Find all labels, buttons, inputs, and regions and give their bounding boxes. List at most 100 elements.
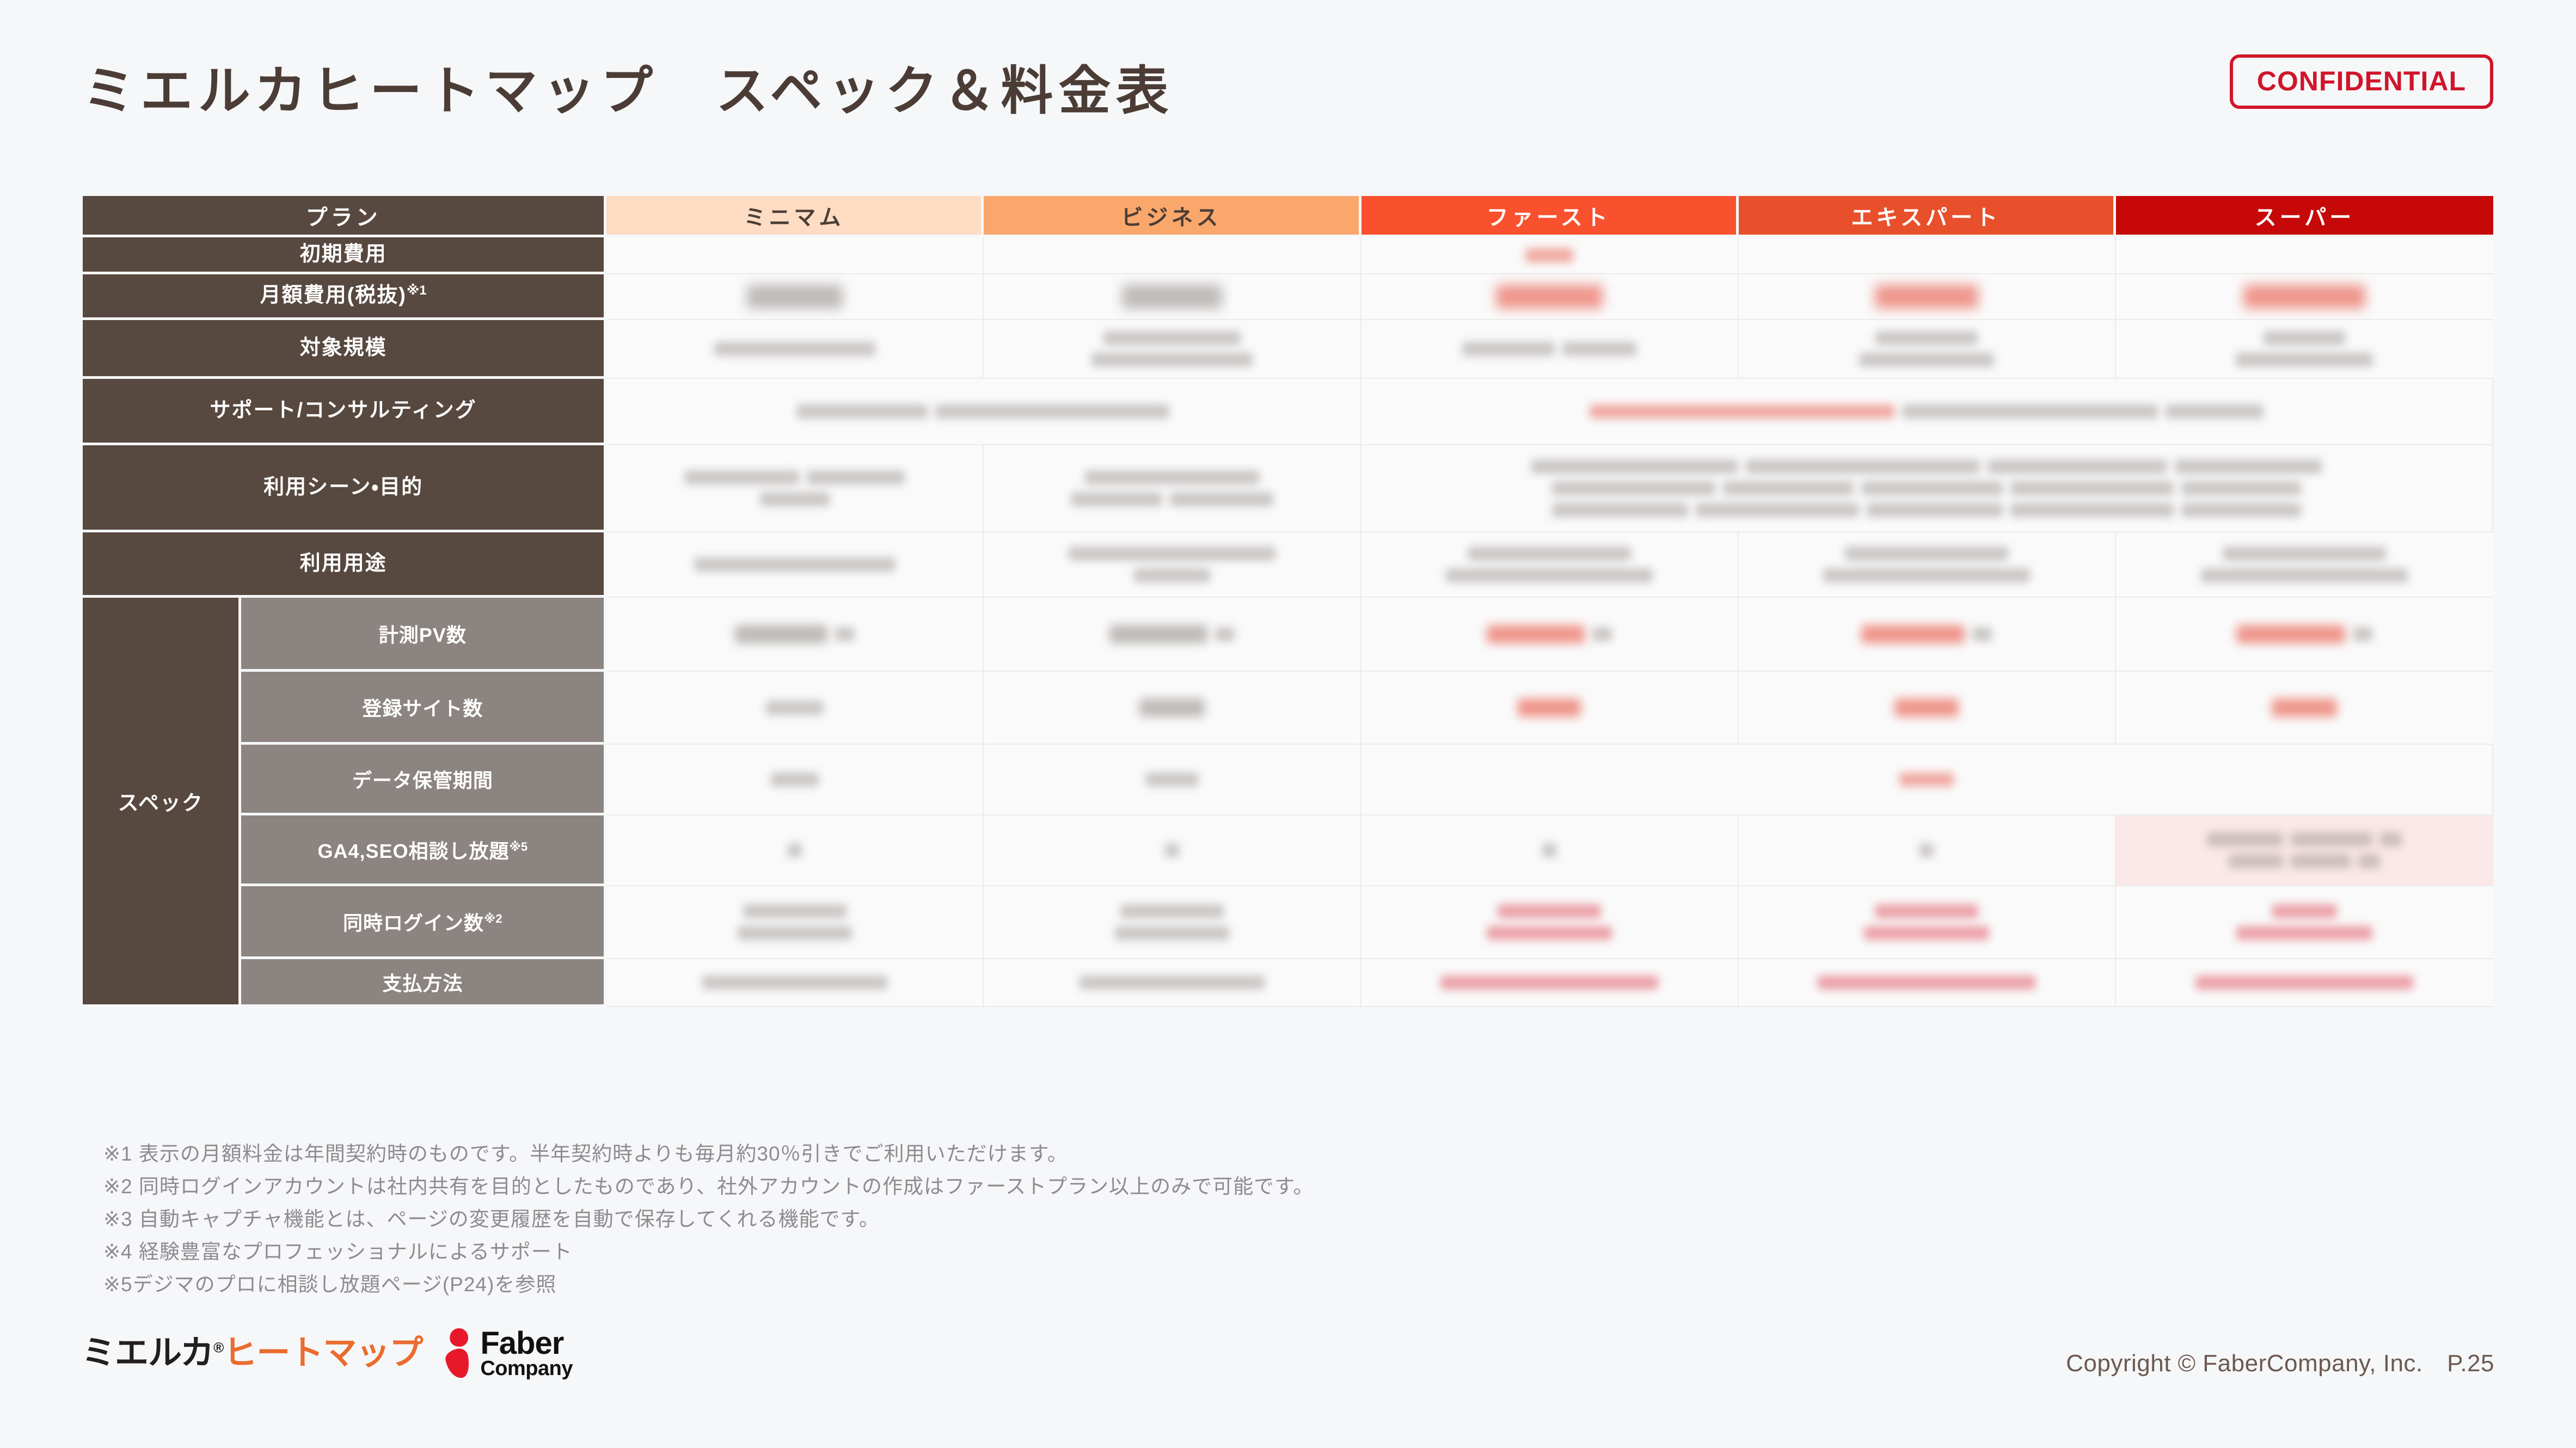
cell-site-count-first xyxy=(1361,672,1739,745)
table-row: サポート/コンサルティング xyxy=(83,379,2493,445)
cell-use-scene-business xyxy=(984,445,1361,532)
cell-use-purpose-first xyxy=(1361,532,1739,598)
spec-label-text: GA4,SEO相談し放題 xyxy=(317,839,510,862)
cell-concurrent-login-minimum xyxy=(606,886,984,959)
cell-site-count-business xyxy=(984,672,1361,745)
cell-use-purpose-business xyxy=(984,532,1361,598)
row-label-text: 初期費用 xyxy=(299,242,387,266)
cell-data-retention-first-expert-super xyxy=(1361,745,2493,815)
table-row: スペック 計測PV数 xyxy=(83,598,2493,1007)
table-row: GA4,SEO相談し放題※5 xyxy=(83,815,2493,886)
spec-label-text: 計測PV数 xyxy=(378,623,467,646)
table-row: 同時ログイン数※2 xyxy=(83,886,2493,959)
cell-monthly-cost-first xyxy=(1361,274,1739,320)
spec-label-payment-method: 支払方法 xyxy=(241,959,607,1007)
row-label-text: 対象規模 xyxy=(299,336,387,359)
cell-ga4-seo-first xyxy=(1361,815,1739,886)
header-cell-plan: プラン xyxy=(83,196,607,237)
faber-person-icon xyxy=(444,1326,472,1380)
spec-label-data-retention: データ保管期間 xyxy=(241,745,607,815)
cell-payment-method-minimum xyxy=(606,959,984,1007)
footer-logos: ミエルカ®ヒートマップ Faber Company xyxy=(82,1326,573,1380)
footnote-ref: ※1 xyxy=(406,283,427,298)
table-row: 月額費用(税抜)※1 xyxy=(83,274,2493,320)
footnotes-block: ※1 表示の月額料金は年間契約時のものです。半年契約時よりも毎月約30％引きでご… xyxy=(103,1138,2281,1301)
cell-pv-count-super xyxy=(2115,598,2493,672)
footnote-ref: ※5 xyxy=(509,839,528,854)
cell-initial-cost-minimum xyxy=(606,237,984,274)
cell-site-count-super xyxy=(2115,672,2493,745)
cell-monthly-cost-expert xyxy=(1738,274,2116,320)
footnote-5: ※5デジマのプロに相談し放題ページ(P24)を参照 xyxy=(103,1273,557,1296)
cell-use-purpose-expert xyxy=(1738,532,2116,598)
row-label-monthly-cost: 月額費用(税抜)※1 xyxy=(83,274,607,320)
cell-use-scene-first-expert-super xyxy=(1361,445,2493,532)
spec-label-ga4-seo: GA4,SEO相談し放題※5 xyxy=(241,815,607,886)
confidential-badge: CONFIDENTIAL xyxy=(2229,54,2493,109)
table-row: データ保管期間 xyxy=(83,745,2493,815)
page-title: ミエルカヒートマップ スペック＆料金表 xyxy=(83,62,1174,120)
copyright-text: Copyright © FaberCompany, Inc. P.25 xyxy=(2066,1350,2494,1377)
cell-monthly-cost-super xyxy=(2115,274,2493,320)
cell-target-scale-business xyxy=(984,320,1361,379)
cell-monthly-cost-business xyxy=(984,274,1361,320)
pricing-spec-table: プラン ミニマム ビジネス ファースト エキスパート スーパー 初期費用 月額費… xyxy=(83,196,2493,1007)
footnote-ref: ※2 xyxy=(484,911,502,925)
cell-concurrent-login-first xyxy=(1361,886,1739,959)
cell-ga4-seo-business xyxy=(984,815,1361,886)
cell-ga4-seo-minimum xyxy=(606,815,984,886)
cell-concurrent-login-super xyxy=(2115,886,2493,959)
cell-target-scale-expert xyxy=(1738,320,2116,379)
page-footer: ミエルカ®ヒートマップ Faber Company Copyright © Fa… xyxy=(0,1317,2576,1426)
cell-payment-method-super xyxy=(2115,959,2493,1007)
cell-pv-count-business xyxy=(984,598,1361,672)
row-label-target-scale: 対象規模 xyxy=(83,320,607,379)
cell-ga4-seo-expert xyxy=(1738,815,2116,886)
cell-support-minimum-business xyxy=(606,379,1361,445)
page-header: ミエルカヒートマップ スペック＆料金表 CONFIDENTIAL xyxy=(0,0,2576,163)
cell-target-scale-first xyxy=(1361,320,1739,379)
footnote-3: ※3 自動キャプチャ機能とは、ページの変更履歴を自動で保存してくれる機能です。 xyxy=(103,1207,880,1230)
cell-support-first-expert-super xyxy=(1361,379,2493,445)
faber-company-logo: Faber Company xyxy=(444,1326,573,1380)
cell-payment-method-expert xyxy=(1738,959,2116,1007)
header-cell-business: ビジネス xyxy=(984,196,1361,237)
table-row: 利用シーン・目的 xyxy=(83,445,2493,532)
cell-site-count-minimum xyxy=(606,672,984,745)
cell-data-retention-business xyxy=(984,745,1361,815)
header-cell-expert: エキスパート xyxy=(1738,196,2116,237)
cell-data-retention-minimum xyxy=(606,745,984,815)
cell-initial-cost-business xyxy=(984,237,1361,274)
header-cell-first: ファースト xyxy=(1361,196,1739,237)
row-label-text: 月額費用(税抜) xyxy=(260,284,407,308)
cell-pv-count-minimum xyxy=(606,598,984,672)
spec-label-site-count: 登録サイト数 xyxy=(241,672,607,745)
cell-use-purpose-super xyxy=(2115,532,2493,598)
spec-label-text: 登録サイト数 xyxy=(362,697,483,720)
row-label-initial-cost: 初期費用 xyxy=(83,237,607,274)
logo-text-faber: Faber xyxy=(480,1326,564,1361)
spec-label-text: 同時ログイン数 xyxy=(343,911,484,934)
table-header-row: プラン ミニマム ビジネス ファースト エキスパート スーパー xyxy=(83,196,2493,237)
mieruka-heatmap-logo: ミエルカ®ヒートマップ xyxy=(82,1334,423,1372)
cell-target-scale-super xyxy=(2115,320,2493,379)
cell-initial-cost-first xyxy=(1361,237,1739,274)
row-label-use-purpose: 利用用途 xyxy=(83,532,607,598)
cell-target-scale-minimum xyxy=(606,320,984,379)
spec-label-text: データ保管期間 xyxy=(352,769,493,792)
logo-text-company: Company xyxy=(480,1357,573,1380)
table-row: 初期費用 xyxy=(83,237,2493,274)
cell-concurrent-login-business xyxy=(984,886,1361,959)
row-label-text: 利用用途 xyxy=(299,551,387,575)
table-row: 対象規模 xyxy=(83,320,2493,379)
row-label-text: サポート/コンサルティング xyxy=(210,398,477,422)
footnote-2: ※2 同時ログインアカウントは社内共有を目的としたものであり、社外アカウントの作… xyxy=(103,1175,1314,1198)
cell-concurrent-login-expert xyxy=(1738,886,2116,959)
spec-label-concurrent-login: 同時ログイン数※2 xyxy=(241,886,607,959)
logo-text-mieruka: ミエルカ xyxy=(82,1334,214,1372)
table-row: 利用用途 xyxy=(83,532,2493,598)
table-row: 登録サイト数 xyxy=(83,672,2493,745)
spec-label-pv-count: 計測PV数 xyxy=(241,598,607,672)
cell-site-count-expert xyxy=(1738,672,2116,745)
footnote-1: ※1 表示の月額料金は年間契約時のものです。半年契約時よりも毎月約30％引きでご… xyxy=(103,1143,1068,1165)
